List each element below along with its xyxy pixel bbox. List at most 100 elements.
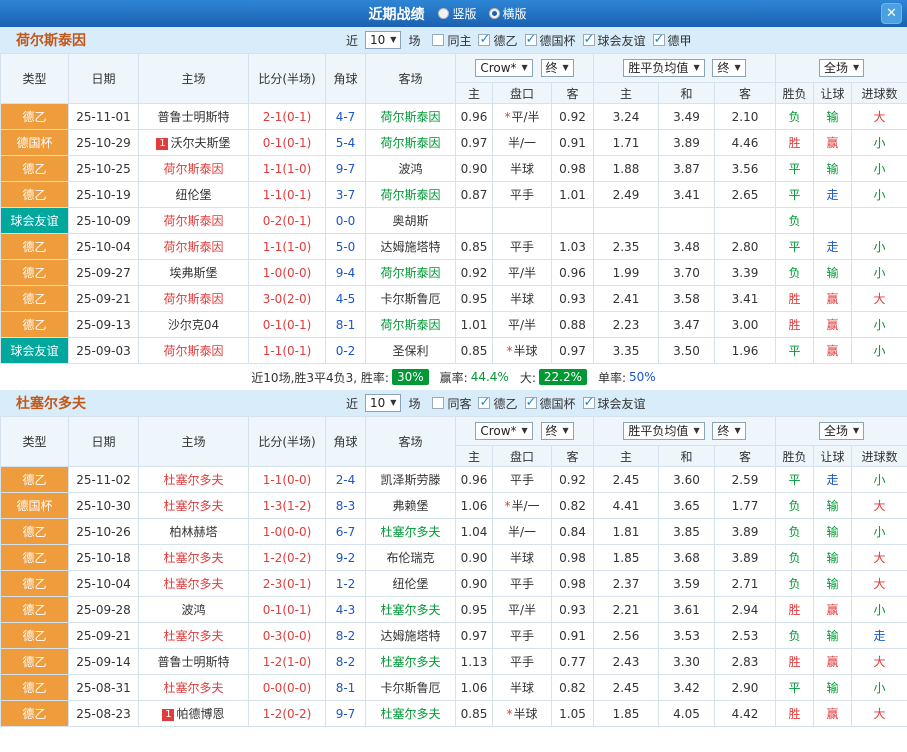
team-name-text: 卡尔斯鲁厄 [380,292,441,306]
filter-checkbox[interactable]: 同主 [432,32,471,49]
score-cell: 2-1(0-1) [248,103,326,130]
checkbox-icon [478,395,491,410]
handicap-away-odds-cell: 0.88 [551,311,594,338]
filter-checkbox[interactable]: 球会友谊 [582,395,646,412]
handicap-cell: 半球 [492,674,552,701]
handicap-home-odds-cell: 1.04 [455,518,493,545]
score-cell: 1-2(0-2) [248,544,326,571]
corners-cell: 8-2 [325,648,366,675]
handicap-home-odds-cell: 0.97 [455,622,493,649]
home-team-cell: 荷尔斯泰因 [138,155,249,182]
filter-checkbox[interactable]: 德国杯 [524,395,576,412]
home-team-cell: 纽伦堡 [138,181,249,208]
corners-cell: 8-1 [325,674,366,701]
col-goals-header: 进球数 [851,445,907,467]
handicap-cell: 平/半 [492,311,552,338]
record-summary: 近10场,胜3平4负3, 胜率: 30% 赢率: 44.4% 大: 22.2% 单… [0,364,907,390]
handicap-cell: *平/半 [492,103,552,130]
filter-checkbox[interactable]: 球会友谊 [582,32,646,49]
col-home-header: 主场 [138,416,249,467]
layout-radio-vertical[interactable]: 竖版 [438,5,477,22]
avg-odds-group-header: 胜平负均值 ▼ 终 ▼ [592,53,777,83]
col-odds-away-header: 客 [551,445,594,467]
big-rate-badge: 22.2% [538,369,587,385]
final-handicap-select[interactable]: 终 ▼ [540,59,574,77]
games-label: 场 [408,396,421,411]
final-avg-select[interactable]: 终 ▼ [712,422,746,440]
handicap-home-odds-cell: 0.95 [455,285,493,312]
draw-odds-cell: 3.41 [658,181,715,208]
away-team-cell: 卡尔斯鲁厄 [365,285,456,312]
col-date-header: 日期 [68,53,139,104]
score-cell: 0-1(0-1) [248,596,326,623]
final-handicap-select[interactable]: 终 ▼ [540,422,574,440]
handicap-result-cell: 输 [813,544,853,571]
handicap-cell: *半球 [492,337,552,364]
scope-value: 全场 [823,61,848,75]
draw-odds-cell: 3.50 [658,337,715,364]
home-team-cell: 1 帕德博恩 [138,700,249,727]
lose-odds-cell: 3.00 [713,311,777,338]
away-team-cell: 凯泽斯劳滕 [365,466,456,493]
competition-type-cell: 德乙 [0,311,69,338]
home-team-cell: 荷尔斯泰因 [138,233,249,260]
corners-cell: 9-7 [325,155,366,182]
col-type-header: 类型 [0,416,69,467]
handicap-cell: *半/一 [492,492,552,519]
win-rate-badge: 30% [391,369,429,385]
layout-radio-horizontal[interactable]: 横版 [488,5,527,22]
avg-odds-select[interactable]: 胜平负均值 ▼ [623,59,705,77]
filter-checkbox[interactable]: 德乙 [478,395,518,412]
filter-checkbox[interactable]: 德乙 [478,32,518,49]
checkbox-icon [432,34,445,46]
away-team-cell: 奥胡斯 [365,207,456,234]
col-home-header: 主场 [138,53,249,104]
corners-cell: 8-2 [325,622,366,649]
date-cell: 25-10-26 [68,518,139,545]
handicap-result-cell: 输 [813,155,853,182]
home-team-cell: 杜塞尔多夫 [138,570,249,597]
handicap-text: 半球 [509,681,534,695]
corners-cell: 2-4 [325,466,366,493]
score-cell: 1-3(1-2) [248,492,326,519]
col-score-header: 比分(半场) [248,416,326,467]
bookmaker-select[interactable]: Crow* ▼ [475,422,533,440]
team-name-text: 荷尔斯泰因 [163,240,224,254]
final-avg-select[interactable]: 终 ▼ [712,59,746,77]
handicap-text: 平/半 [511,110,540,124]
scope-select[interactable]: 全场 ▼ [818,59,865,77]
recent-count-select[interactable]: 10 ▼ [365,394,402,412]
result-cell: 胜 [775,648,815,675]
filter-checkbox[interactable]: 德甲 [652,32,692,49]
date-cell: 25-10-04 [68,570,139,597]
final-avg-value: 终 [717,61,730,75]
dialog-title: 近期战绩 [368,6,425,23]
win-odds-cell: 1.85 [593,544,659,571]
scope-select[interactable]: 全场 ▼ [818,422,865,440]
bookmaker-select[interactable]: Crow* ▼ [475,59,533,77]
score-cell: 1-1(1-0) [248,155,326,182]
checkbox-icon [524,395,537,410]
recent-count-select[interactable]: 10 ▼ [365,31,402,49]
result-cell: 负 [775,622,815,649]
filter-checkbox[interactable]: 德国杯 [524,32,576,49]
competition-type-cell: 德乙 [0,259,69,286]
result-cell: 负 [775,544,815,571]
col-date-header: 日期 [68,416,139,467]
checkbox-label: 球会友谊 [597,396,646,411]
bookmaker-select-value: Crow* [480,424,517,438]
away-team-cell: 圣保利 [365,337,456,364]
team-name: 荷尔斯泰因 [16,33,86,49]
date-cell: 25-10-09 [68,207,139,234]
near-label: 近 [346,396,359,411]
away-team-cell: 纽伦堡 [365,570,456,597]
match-row: 德乙 25-11-02 杜塞尔多夫 1-1(0-0) 2-4 凯泽斯劳滕 0.96 平手 0.9… [0,466,907,493]
match-row: 球会友谊 25-10-09 荷尔斯泰因 0-2(0-1) 0-0 奥胡斯 负 [0,207,907,234]
col-win-header: 主 [593,445,659,467]
col-lose-header: 客 [713,445,777,467]
avg-odds-select[interactable]: 胜平负均值 ▼ [623,422,705,440]
col-handicap-result-header: 让球 [813,445,853,467]
result-cell: 平 [775,674,815,701]
close-button[interactable]: ✕ [881,3,902,24]
filter-checkbox[interactable]: 同客 [432,395,471,412]
